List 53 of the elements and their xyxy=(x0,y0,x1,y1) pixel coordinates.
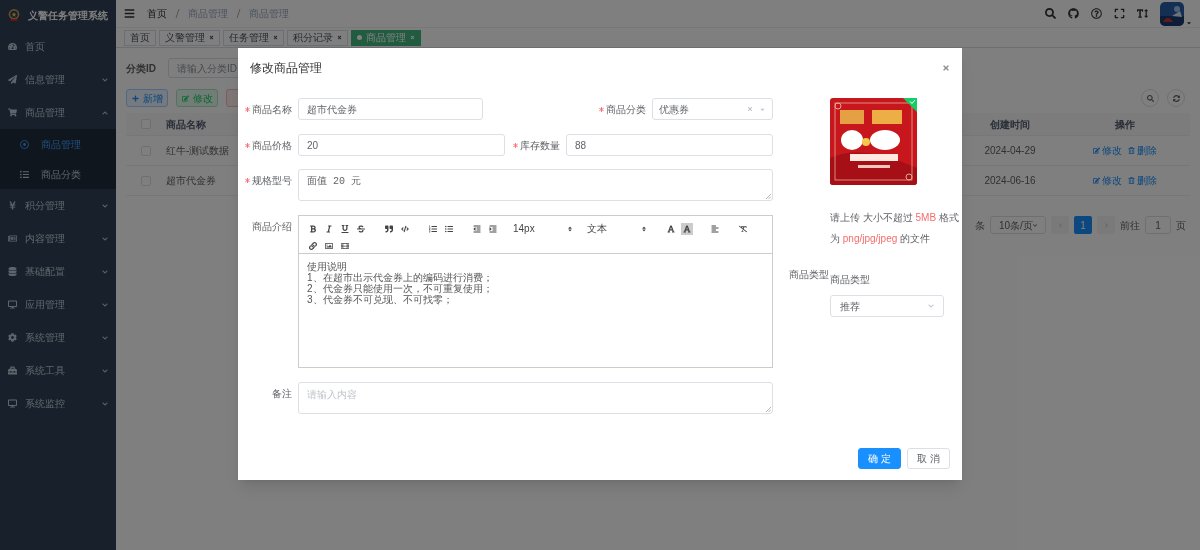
field-label: 商品类型 xyxy=(789,268,827,282)
sidebar-subitem[interactable]: 商品管理 xyxy=(0,129,116,159)
page-input[interactable]: 1 xyxy=(1145,216,1171,234)
field-label: 商品类型 xyxy=(830,273,871,287)
select-field[interactable]: 推荐 xyxy=(830,295,944,317)
select-field[interactable]: 优惠券 xyxy=(652,98,773,120)
heading-select[interactable]: 文本 xyxy=(587,221,647,236)
confirm-button[interactable]: 确 定 xyxy=(858,448,901,469)
editor-text-line: 3、代金券不可兑现、不可找零； xyxy=(307,294,454,305)
page-button[interactable]: 1 xyxy=(1074,216,1092,234)
input-field[interactable]: 20 xyxy=(298,134,505,156)
table-cell-text: 2024-06-16 xyxy=(983,174,1037,188)
sidebar-item[interactable]: 首页 xyxy=(0,30,116,63)
editor-text-line: 1、在超市出示代金券上的编码进行消费； xyxy=(307,272,494,283)
column-header: 操作 xyxy=(1114,117,1136,132)
upload-hint: 请上传 大小不超过 5MB 格式为 png/jpg/jpeg 的文件 xyxy=(829,211,960,246)
edit-link[interactable]: 修改 xyxy=(1093,143,1122,158)
tab[interactable]: 积分记录 xyxy=(287,29,348,46)
breadcrumb-item[interactable]: 首页 xyxy=(147,6,167,21)
table-cell-text: 2024-04-29 xyxy=(983,144,1037,158)
editor-text-line: 2、代金券只能使用一次，不可重复使用； xyxy=(307,283,494,294)
field-label: 备注 xyxy=(272,386,292,401)
text-area[interactable]: 面值 20 元 xyxy=(298,169,773,201)
rich-text-editor[interactable]: 14px 文本 使用说明 1、在超市出示代金券上的编码进行消费； 2、代金券只能使用一次，不可重复使用； 3、代金券不可兑现、不可找零； xyxy=(298,215,773,368)
page-size-select[interactable]: 10条/页 xyxy=(990,216,1046,234)
input-field[interactable]: 88 xyxy=(566,134,773,156)
goto-label: 前往 xyxy=(1120,218,1140,233)
tab[interactable]: 首页 xyxy=(124,29,156,46)
input-field[interactable]: 超市代金券 xyxy=(298,98,483,120)
delete-link[interactable]: 删除 xyxy=(1128,143,1157,158)
field-label: 规格型号 xyxy=(252,173,292,188)
field-label: 商品名称 xyxy=(252,102,292,117)
tab[interactable]: 任务管理 xyxy=(223,29,284,46)
total-label: 条 xyxy=(975,218,985,233)
app-title: 义警任务管理系统 xyxy=(28,8,108,23)
field-label: 商品介绍 xyxy=(252,219,292,234)
primary-action[interactable]: 新增 xyxy=(126,89,168,107)
delete-link[interactable]: 删除 xyxy=(1128,173,1157,188)
field-label: 库存数量 xyxy=(520,138,560,153)
column-header: 创建时间 xyxy=(989,117,1031,132)
font-size-select[interactable]: 14px xyxy=(513,221,573,236)
field-label: 商品分类 xyxy=(606,102,646,117)
cancel-button[interactable]: 取 消 xyxy=(907,448,950,469)
tab[interactable]: 商品管理 xyxy=(351,29,421,46)
page-suffix: 页 xyxy=(1176,218,1186,233)
edit-link[interactable]: 修改 xyxy=(1093,173,1122,188)
editor-text-line: 使用说明 xyxy=(307,261,348,272)
tab[interactable]: 义警管理 xyxy=(159,29,220,46)
table-cell: 超市代金券 xyxy=(166,175,216,186)
table-cell: 红牛-测试数据 xyxy=(166,145,230,156)
column-header: 商品名称 xyxy=(166,118,206,130)
filter-label: 分类ID xyxy=(126,61,156,76)
field-label: 商品价格 xyxy=(252,138,292,153)
